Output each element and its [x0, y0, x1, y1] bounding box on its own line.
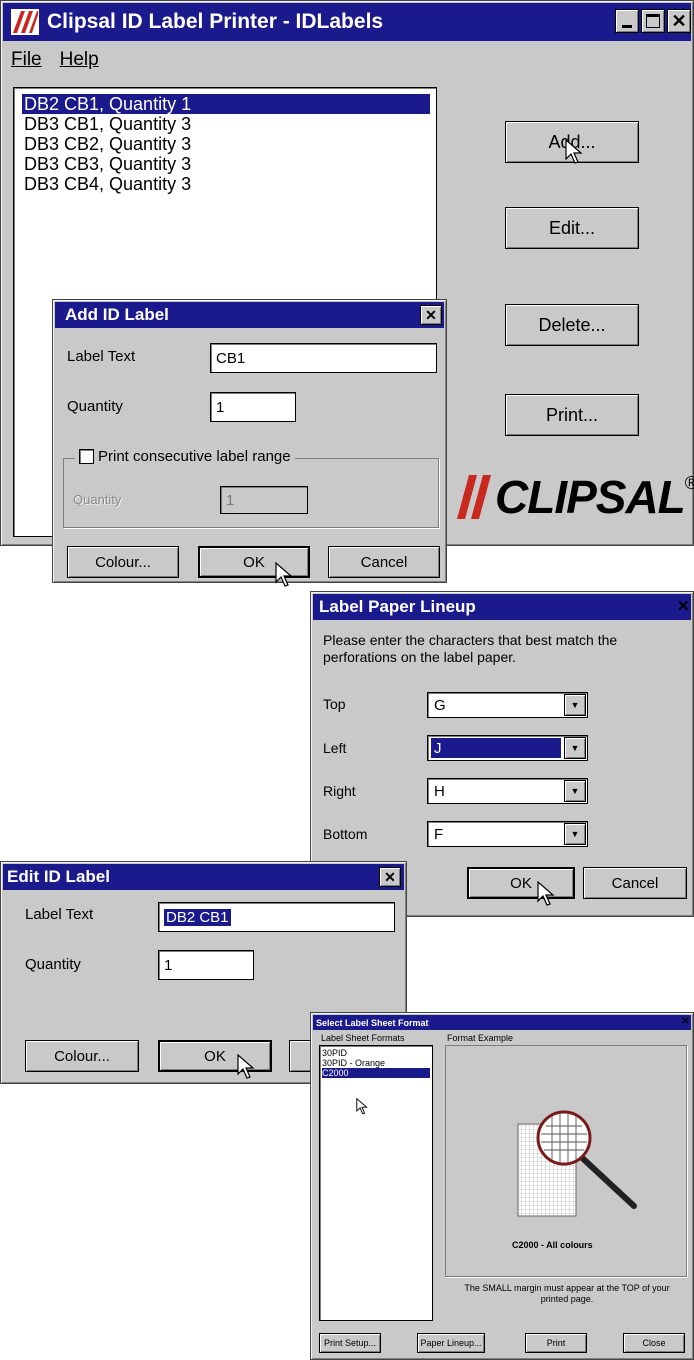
- format-note: The SMALL margin must appear at the TOP …: [464, 1283, 670, 1304]
- mouse-pointer-icon: [237, 1054, 255, 1079]
- lineup-titlebar[interactable]: Label Paper Lineup ✕: [313, 594, 691, 620]
- edit-label-text-input[interactable]: DB2 CB1: [158, 902, 395, 932]
- menu-file[interactable]: File: [11, 49, 42, 71]
- lineup-left-select[interactable]: J ▼: [427, 735, 588, 761]
- maximize-icon: [646, 14, 660, 28]
- chevron-down-icon[interactable]: ▼: [564, 694, 586, 716]
- lineup-right-select[interactable]: H ▼: [427, 778, 588, 804]
- paper-lineup-button[interactable]: Paper Lineup...: [417, 1333, 485, 1353]
- menu-bar: File Help: [11, 49, 99, 71]
- edit-colour-button[interactable]: Colour...: [25, 1040, 139, 1072]
- add-dialog-titlebar[interactable]: Add ID Label ✕: [55, 302, 444, 328]
- formats-list[interactable]: 30PID 30PID - Orange C2000: [319, 1045, 433, 1321]
- lineup-right-label: Right: [323, 783, 356, 799]
- chevron-down-icon[interactable]: ▼: [564, 823, 586, 845]
- label-list-item-selected[interactable]: DB2 CB1, Quantity 1: [22, 94, 430, 114]
- clipsal-logo: CLIPSAL ®: [453, 467, 694, 527]
- lineup-bottom-label: Bottom: [323, 826, 368, 842]
- format-print-button[interactable]: Print: [525, 1333, 587, 1353]
- close-icon[interactable]: ✕: [677, 597, 690, 615]
- formats-label: Label Sheet Formats: [321, 1033, 405, 1043]
- format-example-panel: C2000 - All colours: [445, 1045, 687, 1277]
- format-close-button[interactable]: Close: [623, 1333, 685, 1353]
- edit-label-text-label: Label Text: [25, 906, 94, 923]
- mouse-pointer-icon: [537, 881, 555, 906]
- range-quantity-label: Quantity: [73, 492, 122, 507]
- lineup-left-label: Left: [323, 740, 347, 756]
- edit-quantity-input[interactable]: 1: [158, 950, 254, 980]
- print-button[interactable]: Print...: [505, 394, 639, 436]
- formats-list-item[interactable]: 30PID: [322, 1048, 432, 1058]
- format-titlebar[interactable]: Select Label Sheet Format ✕: [313, 1015, 691, 1030]
- delete-button[interactable]: Delete...: [505, 304, 639, 346]
- mouse-pointer-icon: [275, 562, 293, 587]
- menu-help[interactable]: Help: [60, 49, 99, 71]
- edit-quantity-label: Quantity: [25, 956, 81, 973]
- range-quantity-input[interactable]: 1: [220, 486, 308, 514]
- close-icon[interactable]: ✕: [681, 1016, 689, 1027]
- label-list-item[interactable]: DB3 CB3, Quantity 3: [24, 154, 436, 174]
- print-setup-button[interactable]: Print Setup...: [319, 1333, 381, 1353]
- sheet-format-dialog: Select Label Sheet Format ✕ Label Sheet …: [310, 1012, 694, 1360]
- add-label-text-input[interactable]: CB1: [210, 343, 437, 373]
- chevron-down-icon[interactable]: ▼: [564, 780, 586, 802]
- format-example-label: Format Example: [447, 1033, 514, 1043]
- add-ok-button[interactable]: OK: [198, 546, 310, 578]
- minimize-button[interactable]: [615, 9, 639, 33]
- add-quantity-label: Quantity: [67, 398, 123, 415]
- edit-dialog-titlebar[interactable]: Edit ID Label ✕: [3, 864, 404, 890]
- app-logo-icon: [11, 9, 39, 35]
- close-icon: ✕: [384, 868, 396, 885]
- formats-list-item[interactable]: 30PID - Orange: [322, 1058, 432, 1068]
- maximize-button[interactable]: [641, 9, 665, 33]
- lineup-top-select[interactable]: G ▼: [427, 692, 588, 718]
- add-quantity-input[interactable]: 1: [210, 392, 296, 422]
- minimize-icon: [622, 25, 632, 28]
- add-cancel-button[interactable]: Cancel: [328, 546, 440, 578]
- mouse-pointer-icon: [565, 139, 583, 164]
- add-label-dialog: Add ID Label ✕ Label Text CB1 Quantity 1…: [52, 299, 447, 587]
- format-example-caption: C2000 - All colours: [512, 1240, 593, 1250]
- close-icon: ✕: [425, 306, 437, 323]
- lineup-cancel-button[interactable]: Cancel: [583, 867, 687, 899]
- add-dialog-close-button[interactable]: ✕: [420, 305, 442, 325]
- close-button[interactable]: ✕: [667, 9, 691, 33]
- add-colour-button[interactable]: Colour...: [67, 546, 179, 578]
- add-label-text-label: Label Text: [67, 348, 136, 365]
- main-title: Clipsal ID Label Printer - IDLabels: [47, 10, 384, 33]
- chevron-down-icon[interactable]: ▼: [564, 737, 586, 759]
- edit-dialog-close-button[interactable]: ✕: [379, 867, 401, 887]
- close-icon: ✕: [671, 10, 687, 31]
- label-list-item[interactable]: DB3 CB1, Quantity 3: [24, 114, 436, 134]
- lineup-top-label: Top: [323, 696, 346, 712]
- main-titlebar[interactable]: Clipsal ID Label Printer - IDLabels ✕: [3, 3, 691, 41]
- range-checkbox[interactable]: [79, 449, 94, 464]
- formats-list-item-selected[interactable]: C2000: [322, 1068, 430, 1078]
- lineup-bottom-select[interactable]: F ▼: [427, 821, 588, 847]
- range-checkbox-row[interactable]: Print consecutive label range: [75, 448, 295, 465]
- mouse-pointer-icon: [356, 1098, 368, 1115]
- lineup-ok-button[interactable]: OK: [467, 867, 575, 899]
- clipsal-stripes-icon: [457, 475, 491, 519]
- label-list-item[interactable]: DB3 CB4, Quantity 3: [24, 174, 436, 194]
- label-list-item[interactable]: DB3 CB2, Quantity 3: [24, 134, 436, 154]
- edit-button[interactable]: Edit...: [505, 207, 639, 249]
- lineup-instructions: Please enter the characters that best ma…: [323, 632, 618, 665]
